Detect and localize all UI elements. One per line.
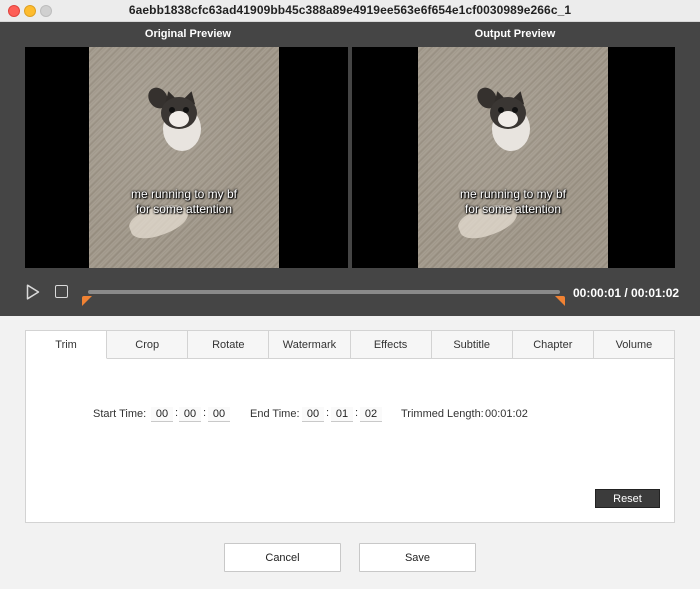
save-button[interactable]: Save (359, 543, 476, 572)
end-minutes-input[interactable]: 01 (331, 407, 353, 422)
end-seconds-input[interactable]: 02 (360, 407, 382, 422)
video-caption: me running to my bf for some attention (418, 187, 608, 217)
trim-end-handle[interactable] (555, 296, 565, 306)
reset-button[interactable]: Reset (595, 489, 660, 508)
start-seconds-input[interactable]: 00 (208, 407, 230, 422)
stop-icon[interactable] (55, 285, 68, 298)
output-preview-video: me running to my bf for some attention (352, 47, 675, 268)
tab-rotate[interactable]: Rotate (188, 331, 270, 359)
edit-tabs: Trim Crop Rotate Watermark Effects Subti… (26, 331, 674, 359)
tab-subtitle[interactable]: Subtitle (431, 331, 513, 359)
caption-line-1: me running to my bf (459, 187, 567, 201)
time-readout: 00:00:01 / 00:01:02 (573, 286, 680, 300)
start-time-label: Start Time: (93, 408, 147, 420)
original-preview-label: Original Preview (144, 28, 232, 40)
trim-start-handle[interactable] (82, 296, 92, 306)
timeline-track[interactable] (88, 290, 560, 294)
caption-line-2: for some attention (464, 202, 562, 216)
tab-volume[interactable]: Volume (593, 331, 674, 359)
video-frame: me running to my bf for some attention (418, 47, 608, 268)
tab-chapter[interactable]: Chapter (512, 331, 594, 359)
caption-line-2: for some attention (135, 202, 233, 216)
window-title: 6aebb1838cfc63ad41909bb45c388a89e4919ee5… (128, 3, 572, 17)
video-caption: me running to my bf for some attention (89, 187, 279, 217)
cancel-button[interactable]: Cancel (224, 543, 341, 572)
time-separator: : (203, 407, 207, 419)
caption-line-1: me running to my bf (130, 187, 238, 201)
play-icon[interactable] (26, 284, 40, 300)
end-hours-input[interactable]: 00 (302, 407, 324, 422)
end-time-label: End Time: (250, 408, 300, 420)
title-bar: 6aebb1838cfc63ad41909bb45c388a89e4919ee5… (0, 0, 700, 22)
kitten-image (144, 83, 207, 155)
edit-panel: Trim Crop Rotate Watermark Effects Subti… (25, 330, 675, 523)
original-preview-video: me running to my bf for some attention (25, 47, 348, 268)
tab-crop[interactable]: Crop (107, 331, 189, 359)
trimmed-length-value: 00:01:02 (485, 408, 528, 420)
start-hours-input[interactable]: 00 (151, 407, 173, 422)
tab-effects[interactable]: Effects (350, 331, 432, 359)
trimmed-length-label: Trimmed Length: (401, 408, 484, 420)
preview-area: Original Preview Output Preview me runni… (0, 22, 700, 316)
time-separator: : (175, 407, 179, 419)
tab-trim[interactable]: Trim (26, 331, 108, 359)
tab-watermark[interactable]: Watermark (269, 331, 351, 359)
time-separator: : (355, 407, 359, 419)
video-frame: me running to my bf for some attention (89, 47, 279, 268)
kitten-image (473, 83, 536, 155)
output-preview-label: Output Preview (474, 28, 556, 40)
start-minutes-input[interactable]: 00 (179, 407, 201, 422)
time-separator: : (326, 407, 330, 419)
